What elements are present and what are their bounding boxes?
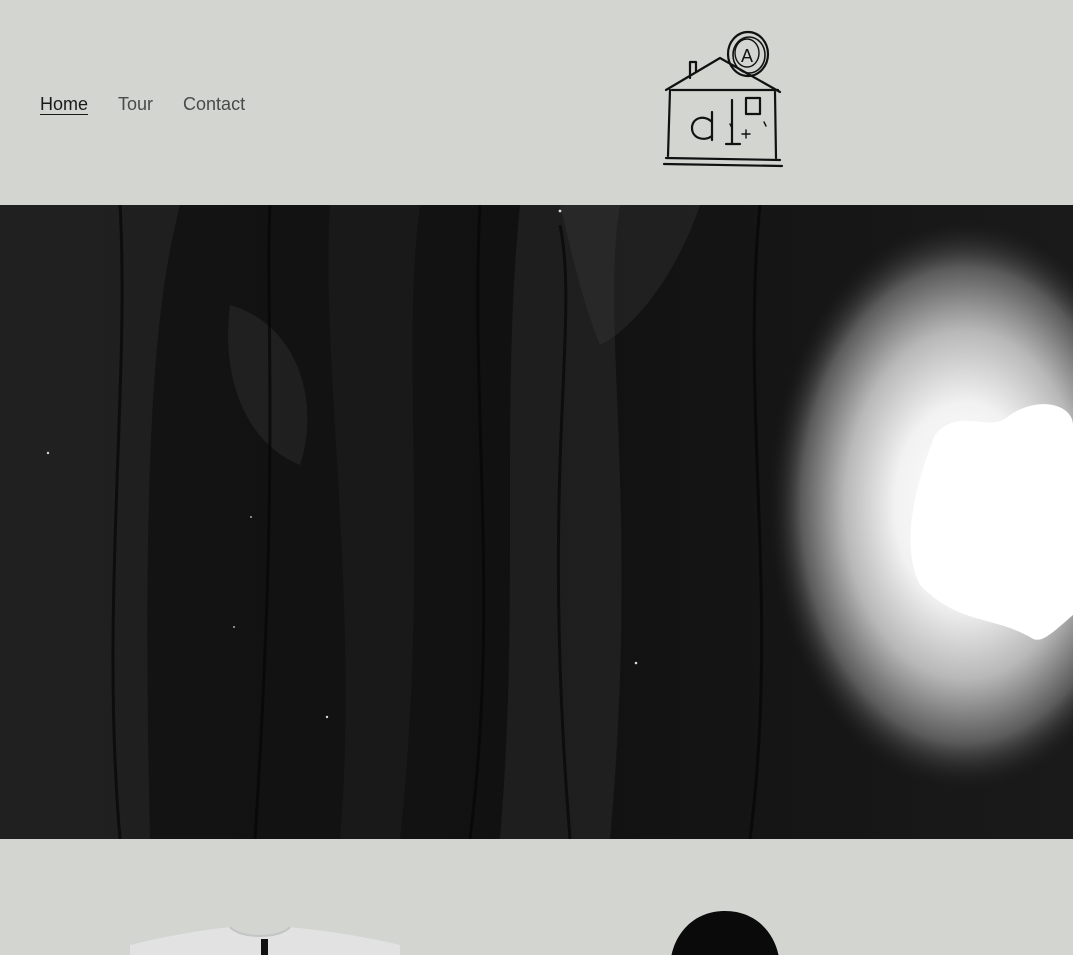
main-nav: Home Tour Contact — [40, 93, 275, 115]
nav-home-link[interactable]: Home — [40, 93, 88, 115]
house-logo-icon: A — [662, 30, 784, 168]
site-header: Home Tour Contact A — [0, 0, 1073, 205]
tshirt-icon[interactable] — [130, 925, 400, 955]
logo-roof-letter: A — [741, 46, 753, 66]
nav-tour-link[interactable]: Tour — [118, 93, 153, 115]
hero-artwork — [0, 205, 1073, 839]
site-logo[interactable]: A — [660, 26, 786, 170]
nav-contact-link[interactable]: Contact — [183, 93, 245, 115]
hoodie-icon[interactable] — [660, 909, 790, 955]
product-grid — [0, 839, 1073, 955]
moon-forest-artwork — [0, 205, 1073, 839]
